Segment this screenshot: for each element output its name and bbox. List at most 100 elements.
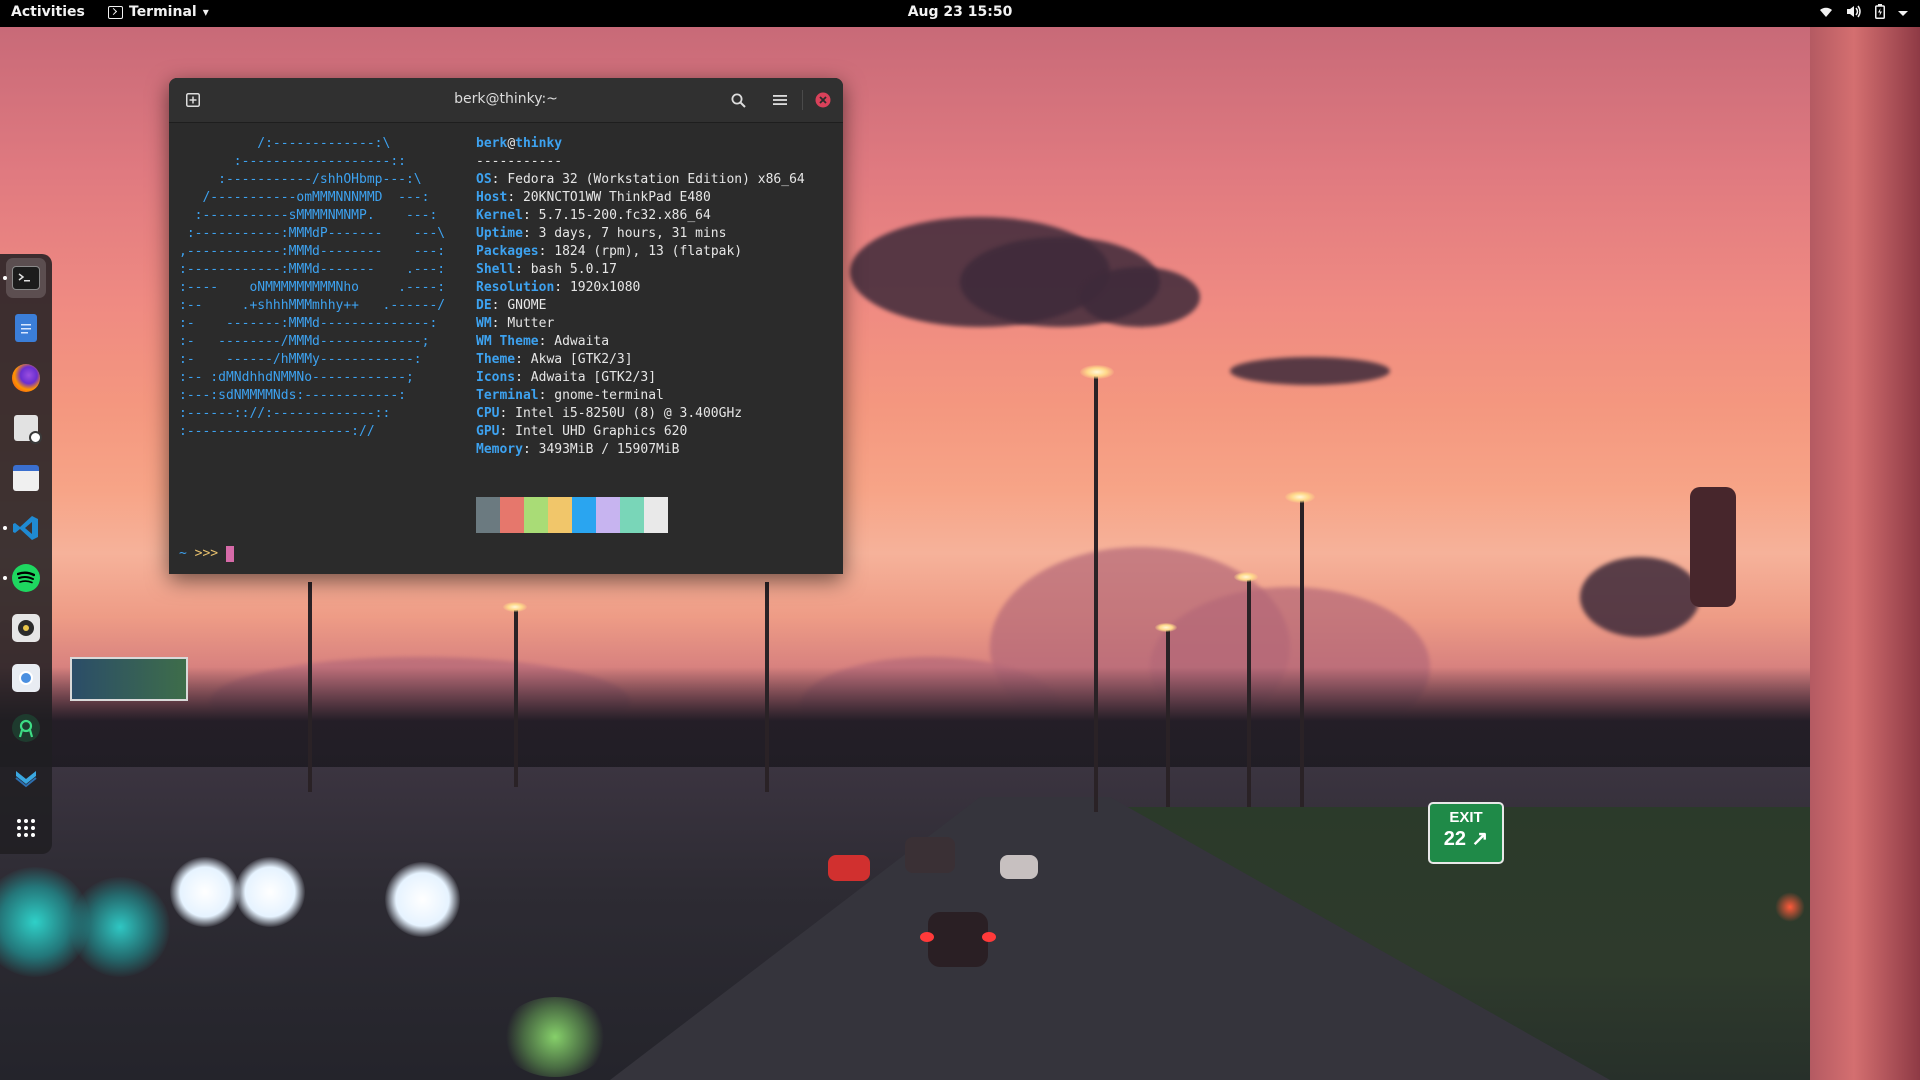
info-row: WM: Mutter — [476, 315, 805, 333]
android-studio-icon — [12, 714, 40, 742]
dock-item-vscode[interactable] — [3, 508, 46, 548]
dock-item-rhythmbox[interactable] — [6, 608, 46, 648]
info-value: 3 days, 7 hours, 31 mins — [538, 226, 727, 241]
at-sign: @ — [507, 136, 516, 151]
billboard — [70, 657, 188, 701]
ascii-line: ,------------:MMMd-------- ---: — [179, 244, 446, 259]
volume-icon — [1846, 5, 1862, 22]
info-colon: : — [522, 226, 539, 241]
exit-sign-number: 22 ↗ — [1443, 828, 1489, 850]
info-colon: : — [491, 316, 508, 331]
info-key: Memory — [476, 442, 523, 457]
app-grid-icon — [12, 814, 40, 842]
system-status-menu[interactable] — [1819, 4, 1908, 23]
spotify-icon — [12, 564, 40, 592]
info-row: Memory: 3493MiB / 15907MiB — [476, 441, 805, 459]
info-row: WM Theme: Adwaita — [476, 333, 805, 351]
search-button[interactable] — [725, 87, 751, 113]
info-value: Mutter — [507, 316, 555, 331]
info-row: CPU: Intel i5-8250U (8) @ 3.400GHz — [476, 405, 805, 423]
color-swatch — [524, 497, 548, 533]
dock-item-files[interactable] — [6, 408, 46, 448]
chevron-down-icon — [1898, 6, 1908, 21]
info-key: Uptime — [476, 226, 523, 241]
info-key: Icons — [476, 370, 516, 385]
dock-item-text-editor[interactable] — [6, 308, 46, 348]
info-colon: : — [538, 244, 555, 259]
calendar-icon — [13, 465, 39, 491]
fedora-ascii-logo: /:-------------:\ :-------------------::… — [179, 135, 445, 441]
info-value: 20KNCTO1WW ThinkPad E480 — [522, 190, 711, 205]
neofetch-info: berk@thinky ----------- OS: Fedora 32 (W… — [476, 135, 805, 459]
close-icon — [815, 92, 831, 108]
info-value: bash 5.0.17 — [530, 262, 617, 277]
info-colon: : — [499, 424, 516, 439]
info-row: Resolution: 1920x1080 — [476, 279, 805, 297]
info-key: CPU — [476, 406, 500, 421]
info-colon: : — [515, 262, 531, 277]
dock-item-screenshot[interactable] — [6, 658, 46, 698]
dock-item-firefox[interactable] — [6, 358, 46, 398]
dock-item-mailspring[interactable] — [6, 758, 46, 798]
info-value: Intel UHD Graphics 620 — [515, 424, 688, 439]
ascii-line: :---- oNMMMMMMMMMNho .----: — [179, 280, 446, 295]
info-key: Packages — [476, 244, 539, 259]
color-swatch — [596, 497, 620, 533]
dash-to-dock — [0, 254, 52, 854]
menu-button[interactable] — [767, 87, 793, 113]
info-row: DE: GNOME — [476, 297, 805, 315]
dock-item-calendar[interactable] — [6, 458, 46, 498]
info-value: Akwa [GTK2/3] — [530, 352, 633, 367]
running-indicator — [3, 526, 7, 530]
truck-mirror — [1690, 487, 1736, 607]
info-row: GPU: Intel UHD Graphics 620 — [476, 423, 805, 441]
info-colon: : — [538, 388, 555, 403]
shell-prompt[interactable]: ~ >>> — [179, 545, 235, 563]
info-key: Theme — [476, 352, 516, 367]
ascii-line: /-----------omMMMNNNMMD ---: — [179, 190, 430, 205]
info-row: Packages: 1824 (rpm), 13 (flatpak) — [476, 243, 805, 261]
info-colon: : — [491, 172, 508, 187]
info-value: Adwaita — [554, 334, 610, 349]
info-row: Host: 20KNCTO1WW ThinkPad E480 — [476, 189, 805, 207]
info-row: OS: Fedora 32 (Workstation Edition) x86_… — [476, 171, 805, 189]
info-colon: : — [554, 280, 570, 295]
vscode-icon — [12, 514, 40, 542]
wifi-icon — [1819, 6, 1833, 22]
close-button[interactable] — [810, 87, 836, 113]
info-key: DE — [476, 298, 492, 313]
color-swatch — [476, 497, 500, 533]
terminal-headerbar[interactable]: berk@thinky:~ — [169, 78, 843, 123]
info-colon: : — [499, 406, 516, 421]
terminal-content[interactable]: /:-------------:\ :-------------------::… — [169, 123, 843, 574]
terminal-window[interactable]: berk@thinky:~ /:-------------:\ :-------… — [169, 78, 843, 574]
info-value: 1824 (rpm), 13 (flatpak) — [554, 244, 743, 259]
running-indicator — [3, 276, 7, 280]
ascii-line: :- -------:MMMd--------------: — [179, 316, 438, 331]
header-separator — [802, 90, 803, 110]
dock-item-android-studio[interactable] — [6, 708, 46, 748]
info-colon: : — [538, 334, 555, 349]
info-key: GPU — [476, 424, 500, 439]
info-key: OS — [476, 172, 492, 187]
info-key: Shell — [476, 262, 516, 277]
show-applications-button[interactable] — [6, 808, 46, 848]
ascii-line: :-----------/shhOHbmp---:\ — [179, 172, 422, 187]
info-value: 1920x1080 — [569, 280, 641, 295]
info-colon: : — [522, 442, 539, 457]
files-icon — [14, 415, 42, 444]
dock-item-spotify[interactable] — [3, 558, 46, 598]
info-value: 5.7.15-200.fc32.x86_64 — [538, 208, 711, 223]
ascii-line: :------------:MMMd------- .---: — [179, 262, 446, 277]
info-key: Resolution — [476, 280, 555, 295]
info-colon: : — [507, 190, 523, 205]
ascii-line: :---:sdNMMMMNds:------------: — [179, 388, 406, 403]
firefox-icon — [12, 364, 40, 392]
dock-item-terminal[interactable] — [3, 258, 46, 298]
text-cursor — [226, 546, 235, 562]
clock[interactable]: Aug 23 15:50 — [908, 4, 1013, 20]
info-row: Shell: bash 5.0.17 — [476, 261, 805, 279]
app-menu[interactable]: Terminal ▾ — [108, 4, 209, 20]
activities-button[interactable]: Activities — [11, 4, 85, 20]
info-colon: : — [515, 370, 531, 385]
